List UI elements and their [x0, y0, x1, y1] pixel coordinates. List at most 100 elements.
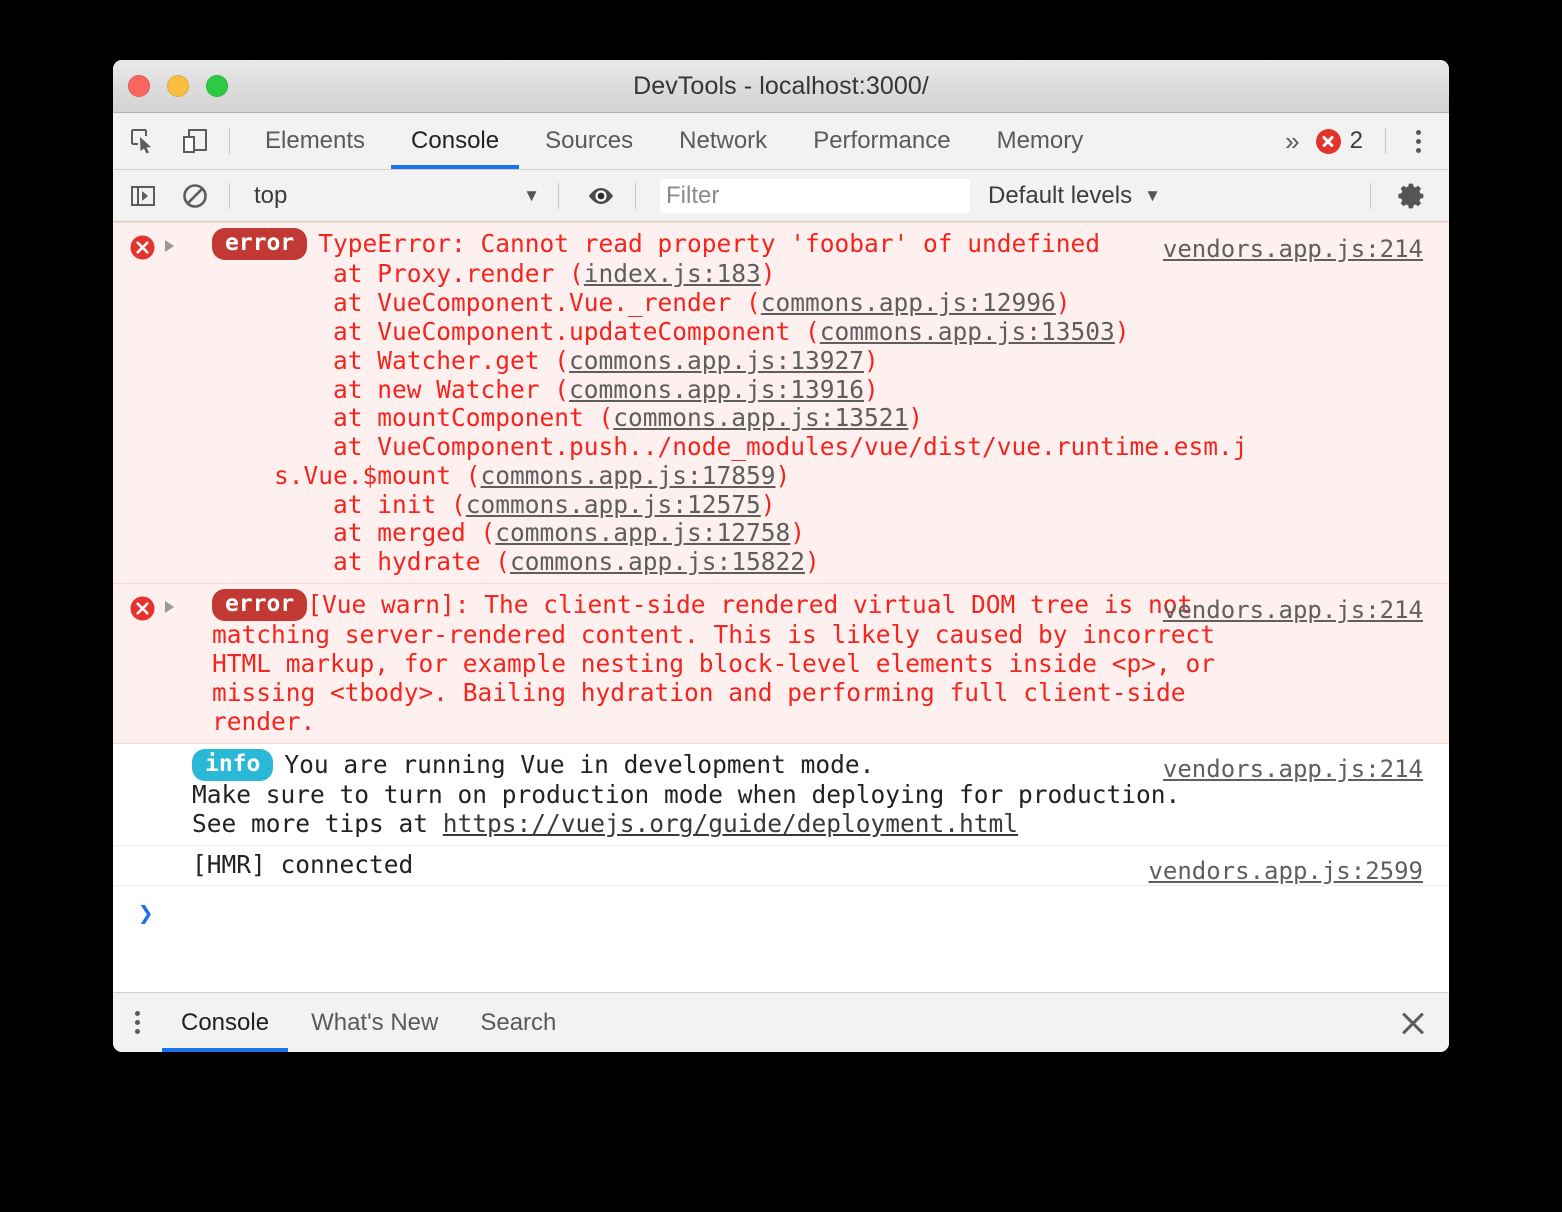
- devtools-tabbar: Elements Console Sources Network Perform…: [113, 113, 1449, 170]
- gear-icon[interactable]: [1391, 174, 1435, 218]
- screen-background: DevTools - localhost:3000/ Elements Cons…: [0, 0, 1562, 1212]
- tab-label: Elements: [265, 127, 366, 154]
- prompt-chevron-icon: ❯: [138, 899, 154, 930]
- toolbar-divider: [1385, 128, 1386, 154]
- message-source-link[interactable]: vendors.app.js:2599: [1148, 857, 1423, 885]
- error-count-badge[interactable]: 2: [1312, 127, 1373, 155]
- console-message-error[interactable]: error TypeError: Cannot read property 'fo…: [113, 222, 1449, 585]
- console-message-error[interactable]: error [Vue warn]: The client-side rendere…: [113, 584, 1449, 744]
- error-text: error TypeError: Cannot read property 'fo…: [139, 228, 1269, 577]
- stack-frame: at Proxy.render (index.js:183): [274, 259, 776, 289]
- tab-elements[interactable]: Elements: [242, 113, 388, 169]
- stack-frame: at VueComponent.Vue._render (commons.app…: [274, 288, 1071, 318]
- tab-label: Console: [411, 127, 500, 154]
- tab-performance[interactable]: Performance: [790, 113, 973, 169]
- toolbar-right-controls: [1358, 174, 1449, 218]
- more-tabs-icon[interactable]: »: [1271, 126, 1311, 157]
- stack-frame: at hydrate (commons.app.js:15822): [274, 547, 820, 577]
- console-sidebar-icon[interactable]: [121, 174, 165, 218]
- stack-frame: at VueComponent.updateComponent (commons…: [274, 317, 1130, 346]
- message-source-link[interactable]: vendors.app.js:214: [1163, 235, 1423, 263]
- tab-label: Performance: [813, 127, 951, 154]
- devtools-window: DevTools - localhost:3000/ Elements Cons…: [113, 60, 1449, 1052]
- console-message-info[interactable]: info You are running Vue in development m…: [113, 743, 1449, 846]
- info-line-3-prefix: See more tips at: [192, 808, 443, 838]
- stack-frame: at mountComponent (commons.app.js:13521): [274, 403, 924, 433]
- tab-network[interactable]: Network: [656, 113, 790, 169]
- stack-source-link[interactable]: commons.app.js:12996: [761, 288, 1056, 317]
- error-text: error [Vue warn]: The client-side rendere…: [139, 589, 1269, 737]
- tab-label: Memory: [996, 127, 1084, 154]
- toolbar-divider: [558, 182, 559, 209]
- drawer-tab-whats-new[interactable]: What's New: [290, 993, 459, 1052]
- kebab-menu-icon[interactable]: [113, 1011, 160, 1034]
- drawer-tab-console[interactable]: Console: [160, 993, 290, 1052]
- stack-source-link[interactable]: commons.app.js:13503: [820, 317, 1115, 346]
- log-levels-select[interactable]: Default levels ▼: [988, 182, 1161, 210]
- message-source-link[interactable]: vendors.app.js:214: [1163, 596, 1423, 624]
- toolbar-divider: [1370, 182, 1371, 209]
- info-line-1: You are running Vue in development mode.: [284, 749, 875, 779]
- console-toolbar: top ▼ Default levels ▼: [113, 170, 1449, 222]
- stack-source-link[interactable]: commons.app.js:13927: [569, 346, 864, 375]
- stack-source-link[interactable]: commons.app.js:17859: [481, 461, 776, 490]
- stack-frame: at merged (commons.app.js:12758): [274, 518, 806, 548]
- error-level-badge: error: [212, 228, 308, 261]
- log-levels-label: Default levels: [988, 181, 1133, 209]
- stack-source-link[interactable]: index.js:183: [584, 259, 761, 289]
- drawer-tab-label: Search: [480, 1008, 557, 1036]
- error-count-label: 2: [1349, 127, 1363, 154]
- stack-source-link[interactable]: commons.app.js:12575: [466, 490, 761, 519]
- error-icon: [130, 596, 155, 621]
- tab-sources[interactable]: Sources: [522, 113, 656, 169]
- tab-console[interactable]: Console: [388, 113, 522, 169]
- tab-memory[interactable]: Memory: [974, 113, 1107, 169]
- inspect-element-icon[interactable]: [121, 119, 165, 163]
- console-prompt[interactable]: ❯: [113, 886, 1449, 939]
- kebab-menu-icon[interactable]: [1398, 129, 1439, 153]
- execution-context-label: top: [254, 181, 288, 209]
- console-drawer-tabbar: Console What's New Search: [113, 992, 1449, 1052]
- stack-frame: at Watcher.get (commons.app.js:13927): [274, 345, 879, 375]
- live-expression-eye-icon[interactable]: [579, 174, 623, 218]
- stack-source-link[interactable]: commons.app.js:13916: [569, 375, 864, 404]
- chevron-down-icon: ▼: [523, 185, 540, 205]
- error-title: TypeError: Cannot read property 'foobar'…: [318, 229, 1101, 258]
- info-line-2: Make sure to turn on production mode whe…: [192, 780, 1181, 810]
- stack-frame: at VueComponent.push../node_modules/vue/…: [274, 432, 1248, 490]
- stack-source-link[interactable]: commons.app.js:15822: [510, 547, 805, 576]
- close-icon[interactable]: [1399, 1009, 1427, 1037]
- expand-arrow-icon[interactable]: [165, 601, 174, 614]
- drawer-tab-label: Console: [181, 1008, 270, 1036]
- drawer-tab-label: What's New: [311, 1008, 439, 1036]
- clear-console-icon[interactable]: [173, 174, 217, 218]
- window-title: DevTools - localhost:3000/: [633, 72, 929, 100]
- stack-source-link[interactable]: commons.app.js:12758: [495, 518, 790, 548]
- log-text: [HMR] connected: [192, 849, 414, 879]
- console-message-log[interactable]: [HMR] connected vendors.app.js:2599: [113, 845, 1449, 887]
- tab-label: Network: [679, 127, 768, 154]
- tab-label: Sources: [545, 127, 634, 154]
- message-source-link[interactable]: vendors.app.js:214: [1163, 755, 1423, 783]
- stack-source-link[interactable]: commons.app.js:13521: [613, 403, 908, 432]
- error-icon: [130, 235, 155, 260]
- toolbar-divider: [635, 182, 636, 209]
- drawer-tab-search[interactable]: Search: [459, 993, 577, 1052]
- toolbar-divider: [229, 182, 230, 209]
- expand-arrow-icon[interactable]: [165, 240, 174, 252]
- console-messages[interactable]: error TypeError: Cannot read property 'fo…: [113, 222, 1449, 992]
- device-toolbar-icon[interactable]: [173, 119, 217, 163]
- stack-frame: at init (commons.app.js:12575): [274, 489, 776, 519]
- execution-context-select[interactable]: top ▼: [246, 179, 546, 213]
- info-text: info You are running Vue in development m…: [139, 748, 1269, 839]
- error-level-badge: error: [212, 589, 308, 622]
- filter-input[interactable]: [660, 178, 970, 213]
- chevron-down-icon: ▼: [1144, 185, 1161, 205]
- drawer-close-container: [1399, 993, 1449, 1052]
- deployment-docs-link[interactable]: https://vuejs.org/guide/deployment.html: [443, 809, 1018, 838]
- circle-x-icon: [1315, 128, 1341, 154]
- window-titlebar: DevTools - localhost:3000/: [113, 60, 1449, 113]
- info-level-badge: info: [192, 748, 274, 782]
- panel-tabs: Elements Console Sources Network Perform…: [242, 113, 1106, 169]
- error-title: [Vue warn]: The client-side rendered vir…: [212, 590, 1230, 736]
